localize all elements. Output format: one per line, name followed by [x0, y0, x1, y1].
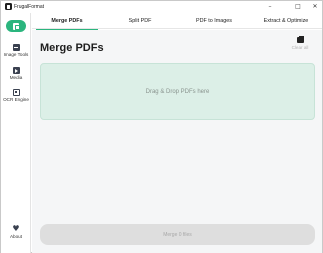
- tab-split-pdf[interactable]: Split PDF: [104, 13, 176, 29]
- merge-button-label: Merge 0 files: [163, 231, 192, 238]
- sidebar-item-label: OCR Engine: [3, 97, 29, 102]
- pdf-tools-button[interactable]: [6, 20, 26, 32]
- sidebar-item-label: Media: [9, 75, 23, 80]
- tab-label: Split PDF: [128, 18, 152, 24]
- media-icon: [12, 67, 20, 74]
- main-content: Merge PDFs Clear all Drag & Drop PDFs he…: [32, 30, 322, 253]
- merge-button[interactable]: Merge 0 files: [40, 224, 315, 245]
- pdf-dropzone[interactable]: Drag & Drop PDFs here: [40, 63, 315, 120]
- sidebar-item-label: About: [9, 234, 22, 239]
- sidebar-item-ocr-engine[interactable]: OCR Engine: [1, 89, 31, 103]
- tab-label: Merge PDFs: [51, 18, 83, 24]
- clear-all-button[interactable]: Clear all: [288, 35, 312, 51]
- ocr-icon: [12, 89, 20, 96]
- briefcase-icon: [296, 35, 304, 43]
- app-window: FrugalFormat – □ ✕ Image Tools Media OCR…: [0, 0, 323, 253]
- minimize-button[interactable]: –: [261, 1, 279, 13]
- dropzone-text: Drag & Drop PDFs here: [145, 88, 210, 95]
- tab-extract-optimize[interactable]: Extract & Optimize: [250, 13, 322, 29]
- maximize-button[interactable]: □: [289, 1, 307, 13]
- tab-label: Extract & Optimize: [263, 18, 309, 24]
- sidebar-item-about[interactable]: ♥ About: [1, 225, 31, 240]
- sidebar-item-label: Image Tools: [3, 52, 29, 57]
- tab-pdf-to-images[interactable]: PDF to Images: [178, 13, 250, 29]
- tab-merge-pdfs[interactable]: Merge PDFs: [32, 13, 102, 30]
- tab-bar: Merge PDFs Split PDF PDF to Images Extra…: [32, 13, 322, 30]
- page-title: Merge PDFs: [40, 42, 104, 54]
- image-icon: [12, 44, 20, 51]
- pdf-icon: [13, 22, 20, 30]
- sidebar-item-media[interactable]: Media: [1, 67, 31, 81]
- tab-label: PDF to Images: [196, 18, 232, 24]
- sidebar-item-image-tools[interactable]: Image Tools: [1, 44, 31, 58]
- title-bar: FrugalFormat – □ ✕: [1, 1, 322, 13]
- heart-icon: ♥: [12, 224, 20, 233]
- close-button[interactable]: ✕: [306, 1, 323, 13]
- app-logo-icon: [5, 3, 12, 10]
- sidebar: Image Tools Media OCR Engine ♥ About: [1, 13, 31, 253]
- window-title: FrugalFormat: [14, 4, 45, 10]
- clear-all-label: Clear all: [291, 45, 309, 50]
